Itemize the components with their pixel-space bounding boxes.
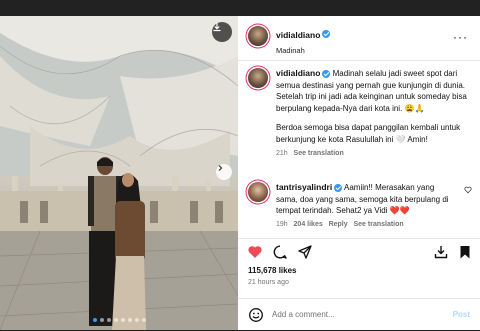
bookmark-button[interactable] bbox=[456, 243, 474, 261]
download-tray-icon bbox=[434, 246, 448, 259]
caption-body: vidialdiano Madinah selalu jadi sweet sp… bbox=[276, 68, 472, 157]
caption-text-2: Berdoa semoga bisa dapat panggilan kemba… bbox=[276, 123, 461, 144]
caption-meta: 21h See translation bbox=[276, 150, 472, 157]
verified-badge-icon bbox=[334, 183, 343, 192]
carousel-dot[interactable] bbox=[127, 318, 132, 322]
comment-reply-button[interactable]: Reply bbox=[329, 221, 348, 228]
carousel-dot[interactable] bbox=[113, 318, 118, 322]
caption-see-translation[interactable]: See translation bbox=[294, 150, 344, 157]
like-button[interactable] bbox=[246, 243, 264, 261]
chevron-right-icon bbox=[218, 165, 223, 171]
mosque-umbrella-photo bbox=[0, 16, 238, 330]
verified-badge-icon bbox=[322, 69, 331, 78]
save-to-collection-button[interactable] bbox=[432, 243, 450, 261]
author-avatar[interactable] bbox=[248, 26, 268, 46]
carousel-next-button[interactable] bbox=[216, 164, 232, 180]
author-info: vidialdiano Madinah bbox=[276, 25, 331, 55]
caption-username[interactable]: vidialdiano bbox=[276, 68, 320, 78]
commenter-username[interactable]: tantrisyalindri bbox=[276, 182, 332, 192]
comment-input[interactable]: Add a comment... bbox=[272, 310, 335, 319]
comment-body: tantrisyalindri Aamiin!! Merasakan yang … bbox=[276, 182, 456, 228]
emoji-smile-icon[interactable] bbox=[248, 307, 264, 323]
heart-filled-icon bbox=[248, 246, 262, 258]
comment-item: tantrisyalindri Aamiin!! Merasakan yang … bbox=[248, 182, 474, 236]
post-comment-button[interactable]: Post bbox=[453, 310, 470, 319]
comment-likes[interactable]: 204 likes bbox=[294, 221, 323, 228]
share-button[interactable] bbox=[296, 243, 314, 261]
post-header: vidialdiano Madinah ··· bbox=[238, 16, 480, 61]
verified-badge-icon bbox=[322, 29, 331, 38]
carousel-dots bbox=[0, 318, 238, 322]
post-photo[interactable] bbox=[0, 16, 238, 330]
comment-bubble-icon bbox=[273, 245, 287, 259]
comment-see-translation[interactable]: See translation bbox=[353, 221, 403, 228]
instagram-post-modal: vidialdiano Madinah ··· vidialdiano Madi… bbox=[0, 0, 480, 330]
carousel-dot[interactable] bbox=[92, 318, 97, 322]
caption-time[interactable]: 21h bbox=[276, 150, 288, 157]
send-plane-icon bbox=[298, 245, 312, 259]
commenter-avatar[interactable] bbox=[248, 182, 268, 202]
caption-avatar[interactable] bbox=[248, 68, 268, 88]
carousel-dot[interactable] bbox=[134, 318, 139, 322]
post-actions bbox=[238, 238, 480, 263]
posted-time[interactable]: 21 hours ago bbox=[248, 279, 289, 286]
bookmark-filled-icon bbox=[460, 246, 470, 259]
comment-button[interactable] bbox=[271, 243, 289, 261]
comment-like-heart-icon[interactable] bbox=[464, 186, 472, 194]
likes-count[interactable]: 115,678 likes bbox=[248, 266, 297, 275]
download-icon bbox=[213, 23, 221, 32]
carousel-dot[interactable] bbox=[99, 318, 104, 322]
more-options-icon[interactable]: ··· bbox=[453, 30, 468, 44]
comment-time[interactable]: 19h bbox=[276, 221, 288, 228]
post-location[interactable]: Madinah bbox=[276, 46, 330, 55]
post-details-panel: vidialdiano Madinah ··· vidialdiano Madi… bbox=[238, 16, 480, 330]
author-username[interactable]: vidialdiano bbox=[276, 30, 320, 40]
carousel-dot[interactable] bbox=[106, 318, 111, 322]
add-comment-bar: Add a comment... Post bbox=[238, 298, 480, 331]
comment-meta: 19h 204 likes Reply See translation bbox=[276, 221, 456, 228]
download-button[interactable] bbox=[212, 22, 232, 42]
carousel-dot[interactable] bbox=[120, 318, 125, 322]
carousel-dot[interactable] bbox=[141, 318, 146, 322]
